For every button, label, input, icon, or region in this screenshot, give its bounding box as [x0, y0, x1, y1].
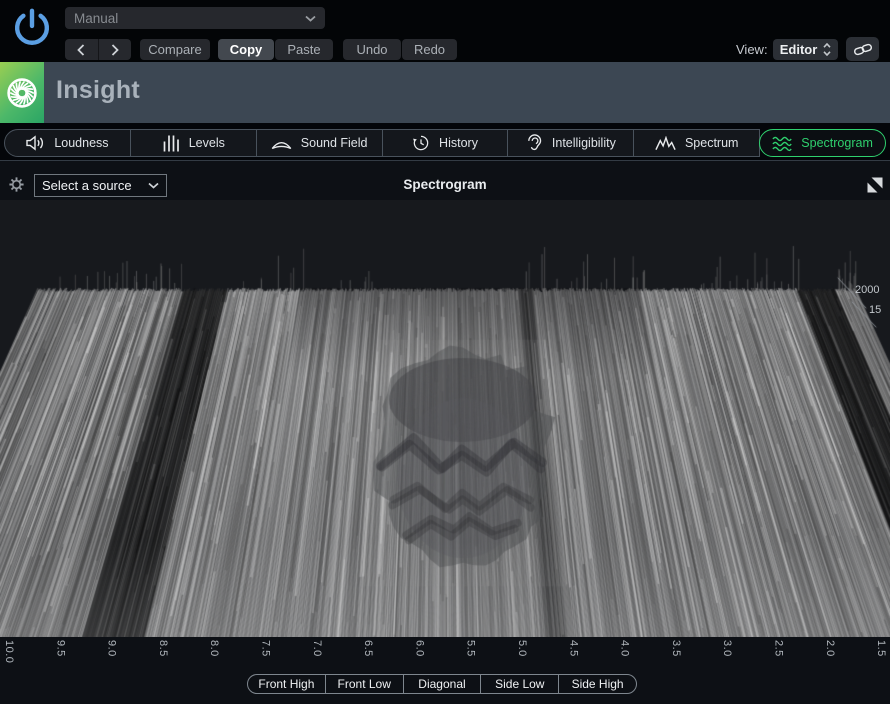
- tab-label: Intelligibility: [551, 136, 616, 150]
- time-axis-label: 2.0: [823, 640, 836, 657]
- panel-header: Select a source Spectrogram: [0, 160, 890, 200]
- time-axis-label: 9.5: [54, 640, 67, 657]
- time-axis-label: 9.0: [105, 640, 118, 657]
- time-axis-label: 4.0: [618, 640, 631, 657]
- time-axis-label: 1.5: [875, 640, 888, 657]
- time-axis-label: 6.5: [362, 640, 375, 657]
- tab-label: Sound Field: [300, 136, 368, 150]
- soundfield-icon: [271, 136, 292, 150]
- meter-tabbar: Loudness Levels Sound Field History Inte…: [0, 123, 890, 160]
- time-axis-label: 3.0: [721, 640, 734, 657]
- tab-label: History: [439, 136, 478, 150]
- view-mode-value: Editor: [779, 42, 818, 57]
- view-angle-segment-control: Front High Front Low Diagonal Side Low S…: [247, 674, 637, 694]
- speaker-icon: [26, 135, 45, 151]
- view-front-high-button[interactable]: Front High: [247, 674, 326, 694]
- time-axis: 10.0 9.5 9.0 8.5 8.0 7.5 7.0 6.5 6.0 5.5 5.0 4.5 4.0…: [0, 637, 890, 670]
- redo-button[interactable]: Redo: [402, 39, 457, 60]
- view-front-low-button[interactable]: Front Low: [324, 674, 404, 694]
- time-axis-label: 8.0: [208, 640, 221, 657]
- izotope-logo: [0, 62, 44, 123]
- spectrogram-display: 2000 15: [0, 200, 890, 637]
- app-title: Insight: [56, 76, 141, 104]
- tab-loudness[interactable]: Loudness: [4, 129, 131, 157]
- view-side-low-button[interactable]: Side Low: [480, 674, 560, 694]
- tab-label: Spectrogram: [801, 136, 873, 150]
- view-angle-bar: Front High Front Low Diagonal Side Low S…: [0, 670, 890, 704]
- tab-label: Loudness: [54, 136, 109, 150]
- preset-value: Manual: [74, 10, 119, 26]
- view-side-high-button[interactable]: Side High: [558, 674, 637, 694]
- waves-icon: [772, 135, 792, 152]
- izotope-spiral-icon: [7, 77, 37, 108]
- paste-button[interactable]: Paste: [275, 39, 333, 60]
- waveform-icon: [655, 135, 676, 151]
- tab-label: Levels: [188, 136, 225, 150]
- ear-icon: [526, 133, 543, 153]
- spectrogram-canvas[interactable]: [0, 200, 890, 637]
- frequency-axis-label: 2000: [855, 284, 880, 296]
- link-icon: [853, 43, 872, 55]
- time-axis-label: 5.0: [516, 640, 528, 657]
- tab-levels[interactable]: Levels: [129, 129, 257, 157]
- bars-icon: [162, 135, 180, 152]
- undo-button[interactable]: Undo: [343, 39, 401, 60]
- time-axis-label: 3.5: [669, 640, 682, 657]
- time-axis-label: 5.5: [464, 640, 477, 657]
- tab-history[interactable]: History: [381, 129, 509, 157]
- tab-intelligibility[interactable]: Intelligibility: [507, 129, 635, 157]
- expand-button[interactable]: [867, 177, 883, 193]
- time-axis-label: 10.0: [3, 640, 15, 664]
- time-axis-label: 7.5: [259, 640, 272, 657]
- time-axis-label: 2.5: [772, 640, 785, 657]
- time-axis-label: 6.0: [413, 640, 426, 657]
- tab-spectrum[interactable]: Spectrum: [633, 129, 761, 157]
- panel-title: Spectrogram: [403, 177, 487, 192]
- view-label: View:: [736, 42, 768, 57]
- time-axis-label: 8.5: [156, 640, 169, 657]
- compare-button[interactable]: Compare: [140, 39, 210, 60]
- preset-nav-group: [65, 39, 131, 60]
- expand-icon: [867, 177, 883, 193]
- power-button[interactable]: [10, 5, 54, 49]
- link-button[interactable]: [846, 37, 879, 61]
- view-mode-select[interactable]: Editor: [773, 39, 838, 60]
- time-axis-label: 7.0: [310, 640, 323, 657]
- tab-sound-field[interactable]: Sound Field: [255, 129, 383, 157]
- power-icon: [15, 8, 49, 45]
- insight-plugin-window: Manual Compare Copy Paste Undo Redo View…: [0, 0, 890, 704]
- history-clock-icon: [412, 134, 430, 152]
- chevron-down-icon: [305, 15, 316, 22]
- host-toolbar: Manual Compare Copy Paste Undo Redo View…: [0, 0, 890, 62]
- up-down-chevrons-icon: [823, 43, 831, 56]
- app-header: Insight Layouts: [0, 62, 890, 171]
- preset-forward-button[interactable]: [99, 39, 132, 60]
- chevron-right-icon: [111, 43, 119, 56]
- time-axis-label: 4.5: [567, 640, 580, 657]
- frequency-axis-label: 15: [869, 304, 882, 316]
- copy-button[interactable]: Copy: [218, 39, 274, 60]
- tab-spectrogram[interactable]: Spectrogram: [759, 129, 887, 157]
- preset-back-button[interactable]: [65, 39, 99, 60]
- view-diagonal-button[interactable]: Diagonal: [402, 674, 482, 694]
- tab-label: Spectrum: [684, 136, 739, 150]
- chevron-left-icon: [77, 43, 85, 56]
- preset-dropdown[interactable]: Manual: [65, 7, 325, 29]
